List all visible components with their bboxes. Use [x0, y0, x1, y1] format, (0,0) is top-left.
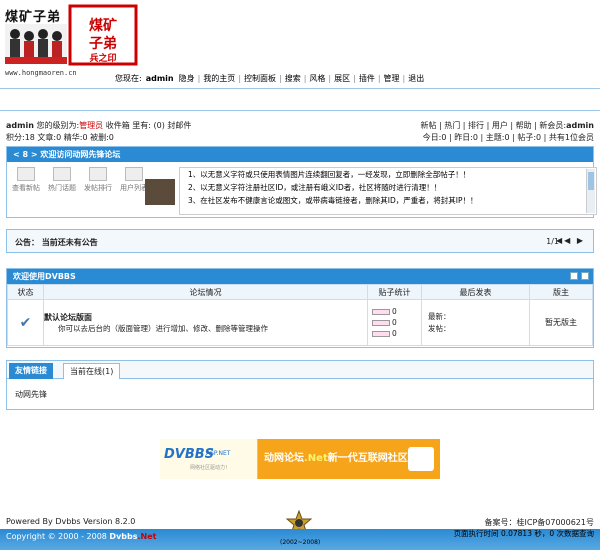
tab-friend-links[interactable]: 友情链接 — [9, 363, 53, 379]
header-divider — [0, 88, 600, 89]
announcement-text: 公告： 当前还未有公告 — [15, 238, 98, 247]
nav-my-home[interactable]: 我的主页 — [203, 73, 235, 84]
user-level: 管理员 — [79, 121, 104, 130]
notice-item: 3、在社区发布不健康言论或图文，或带病毒链接者，删除其ID，严重者，将封其IP！… — [188, 196, 478, 205]
col-moderator: 版主 — [529, 284, 593, 300]
forum-table: 状态 论坛情况 贴子统计 最后发表 版主 ✔ 默认论坛版面 你可以去后台的（版面… — [7, 284, 593, 346]
col-forum: 论坛情况 — [43, 284, 368, 300]
notice-item: 2、以无意义字符注册社区ID，或注册有峨义ID者，社区将随时进行清理！！ — [188, 183, 442, 192]
execution-time: 页面执行时间 0.07813 秒，0 次数据查询 — [453, 529, 594, 538]
newest-member[interactable]: admin — [566, 121, 594, 130]
hot-topics-button[interactable]: 热门话题 — [47, 167, 77, 193]
banner-badge-icon — [408, 447, 434, 471]
nav-logout[interactable]: 退出 — [408, 73, 424, 84]
stat-topics: 0 — [392, 307, 397, 316]
svg-text:兵之印: 兵之印 — [89, 52, 116, 64]
hot-topics-icon — [53, 167, 71, 181]
nav-admin[interactable]: 管理 — [384, 73, 400, 84]
welcome-title: < 8 > 欢迎访问动网先锋论坛 — [7, 147, 593, 162]
announcement-bar: 公告： 当前还未有公告 1/1 ◀◀ ▶ — [6, 229, 594, 253]
logo-figures-image — [5, 24, 67, 64]
notice-item: 1、以无意义字符或只使用表情图片连续翻回复者，一经发现，立即删除全部帖子！！ — [188, 170, 471, 179]
col-status: 状态 — [7, 284, 44, 300]
user-info-bar: admin 您的级别为:管理员 收件箱 里有: (0) 封邮件 新帖 | 热门 … — [6, 121, 594, 142]
top-navigation: 您现在: admin 隐身 | 我的主页 | 控制面板 | 搜索 | 风格 | 展区 | 插… — [115, 73, 425, 84]
powered-by: Powered By Dvbbs Version 8.2.0 — [6, 517, 136, 526]
view-new-posts-button[interactable]: 查看新帖 — [11, 167, 41, 193]
banner-slogan: 动网论坛.Net新一代互联网社区体验 — [264, 453, 428, 464]
link-help[interactable]: 帮助 — [516, 121, 532, 130]
page-footer: Powered By Dvbbs Version 8.2.0 备案号：桂ICP备… — [0, 510, 600, 550]
scrollbar-thumb[interactable] — [588, 172, 594, 190]
dvbbs-banner[interactable]: DVBBS ASP.NET 网络社区驱动力！ 动网论坛.Net新一代互联网社区体… — [160, 439, 440, 479]
tab-online-users[interactable]: 当前在线(1) — [63, 363, 121, 379]
col-last-post: 最后发表 — [421, 284, 530, 300]
copyright: Copyright © 2000 - 2008 Dvbbs.Net — [6, 532, 157, 541]
avatar — [145, 179, 175, 205]
site-logo[interactable]: 煤矿子弟 煤矿 子弟 兵之印 www.hongmaoren.cn — [3, 4, 139, 77]
emblem-years: (2002~2008) — [280, 539, 321, 546]
nav-search[interactable]: 搜索 — [285, 73, 301, 84]
welcome-label: 您现在: — [115, 73, 142, 83]
banner-small: 网络社区驱动力！ — [190, 465, 231, 471]
col-stats: 贴子统计 — [367, 284, 422, 300]
user-list-icon — [125, 167, 143, 181]
user-stats: 积分:18 文章:0 精华:0 被删:0 — [6, 133, 114, 142]
forum-name-link[interactable]: 默认论坛版面 — [44, 312, 367, 323]
inbox-info[interactable]: 收件箱 里有: (0) 封邮件 — [106, 121, 192, 130]
post-ranking-button[interactable]: 发帖排行 — [83, 167, 113, 193]
svg-text:子弟: 子弟 — [89, 35, 117, 52]
user-name[interactable]: admin — [6, 121, 34, 130]
link-new-posts[interactable]: 新帖 — [420, 121, 436, 130]
notice-list: 1、以无意义字符或只使用表情图片连续翻回复者，一经发现，立即删除全部帖子！！ 2… — [179, 167, 597, 215]
posts-icon — [372, 320, 390, 326]
nav-plugins[interactable]: 插件 — [359, 73, 375, 84]
nav-invisible[interactable]: 隐身 — [179, 73, 195, 84]
link-users[interactable]: 用户 — [492, 121, 508, 130]
ranking-icon — [89, 167, 107, 181]
logo-seal-image: 煤矿 子弟 兵之印 — [68, 4, 138, 66]
info-tabs: 友情链接 当前在线(1) 动网先锋 — [6, 360, 594, 410]
icp-record[interactable]: 备案号：桂ICP备07000621号 — [485, 517, 595, 528]
header-divider-2 — [0, 110, 600, 111]
notice-scrollbar[interactable] — [586, 169, 595, 213]
stat-today: 0 — [392, 329, 397, 338]
nav-username[interactable]: admin — [146, 74, 174, 83]
forum-status-icon: ✔ — [7, 299, 44, 346]
nav-style[interactable]: 风格 — [309, 73, 325, 84]
forum-section-title: 欢迎使用DVBBS — [13, 272, 76, 281]
table-row: ✔ 默认论坛版面 你可以去后台的（版面管理）进行增加、修改、删除等管理操作 0 … — [7, 299, 593, 346]
last-new: 最新： — [428, 311, 451, 321]
link-ranking[interactable]: 排行 — [468, 121, 484, 130]
nav-control-panel[interactable]: 控制面板 — [244, 73, 276, 84]
page-header: 煤矿子弟 煤矿 子弟 兵之印 www.hongmaoren.cn 您现在: ad… — [0, 0, 600, 92]
announcement-nav-arrows[interactable]: ◀◀ ▶ — [556, 236, 585, 245]
moderator-cell: 暂无版主 — [529, 299, 593, 346]
today-icon — [372, 331, 390, 337]
new-posts-icon — [17, 167, 35, 181]
welcome-panel: < 8 > 欢迎访问动网先锋论坛 查看新帖 热门话题 发帖排行 用户列表 1、以… — [6, 146, 597, 218]
forum-section: 欢迎使用DVBBS 状态 论坛情况 贴子统计 最后发表 版主 ✔ 默认论坛版面 … — [6, 268, 594, 348]
site-stats: 今日:0 | 昨日:0 | 主题:0 | 帖子:0 | 共有1位会员 — [422, 133, 594, 142]
forum-description: 你可以去后台的（版面管理）进行增加、修改、删除等管理操作 — [58, 323, 268, 333]
link-hot[interactable]: 热门 — [444, 121, 460, 130]
stat-posts: 0 — [392, 318, 397, 327]
nav-exhibit[interactable]: 展区 — [334, 73, 350, 84]
collapse-icon[interactable] — [570, 272, 578, 280]
friend-link-item[interactable]: 动网先锋 — [7, 379, 593, 410]
last-poster: 发帖： — [428, 323, 451, 333]
logo-url: www.hongmaoren.cn — [5, 69, 77, 77]
svg-text:煤矿: 煤矿 — [89, 17, 117, 34]
logo-title: 煤矿子弟 — [5, 10, 62, 25]
expand-icon[interactable] — [581, 272, 589, 280]
topics-icon — [372, 309, 390, 315]
banner-sub: ASP.NET — [206, 450, 231, 457]
